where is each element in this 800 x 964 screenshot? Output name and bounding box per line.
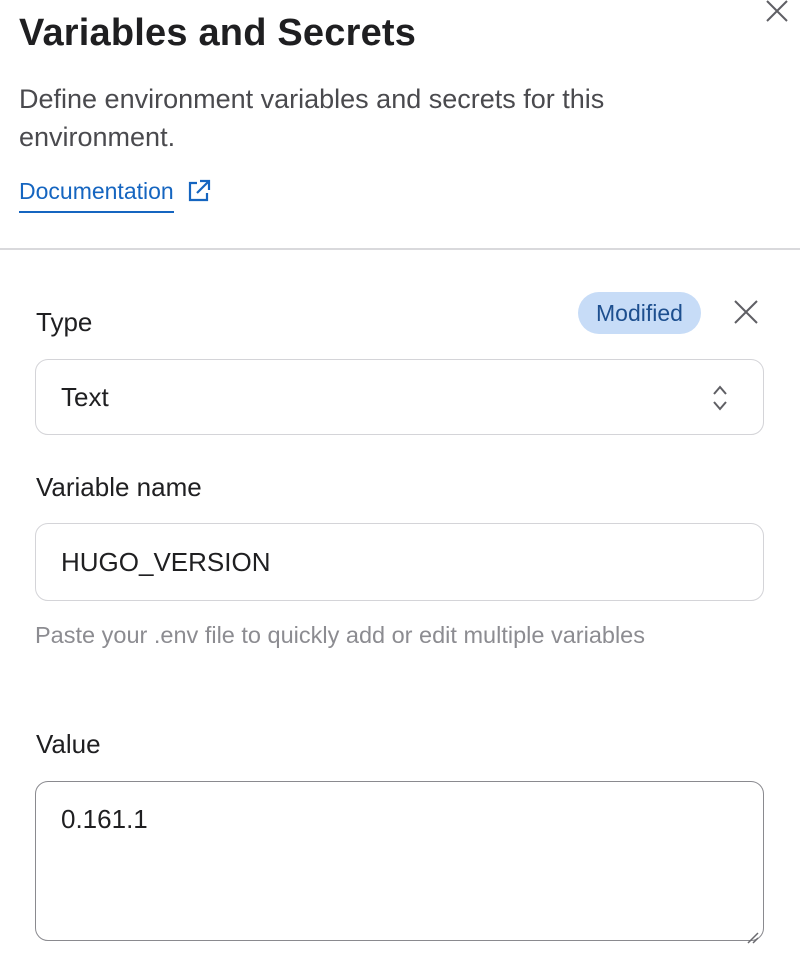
type-label: Type (36, 307, 93, 337)
header-divider (0, 248, 800, 250)
documentation-link-label: Documentation (19, 178, 174, 213)
documentation-link[interactable]: Documentation (19, 178, 212, 213)
env-paste-hint: Paste your .env file to quickly add or e… (35, 622, 646, 648)
close-icon[interactable] (764, 0, 790, 24)
status-badge: Modified (578, 292, 701, 334)
chevron-up-down-icon (711, 382, 729, 414)
value-label: Value (36, 729, 101, 759)
panel-description: Define environment variables and secrets… (19, 84, 605, 152)
variable-name-input[interactable]: HUGO_VERSION (35, 523, 764, 601)
remove-variable-icon[interactable] (732, 298, 760, 326)
panel-title: Variables and Secrets (19, 12, 417, 54)
value-textarea[interactable]: 0.161.1 (35, 781, 764, 944)
type-select-value: Text (61, 381, 109, 412)
type-select[interactable]: Text (35, 359, 764, 435)
variable-name-label: Variable name (36, 472, 202, 502)
value-text: 0.161.1 (61, 804, 148, 834)
external-link-icon (186, 178, 212, 204)
variables-secrets-panel: Variables and Secrets Define environment… (0, 0, 800, 964)
variable-name-value: HUGO_VERSION (61, 546, 271, 577)
resize-handle-icon[interactable] (743, 920, 759, 944)
